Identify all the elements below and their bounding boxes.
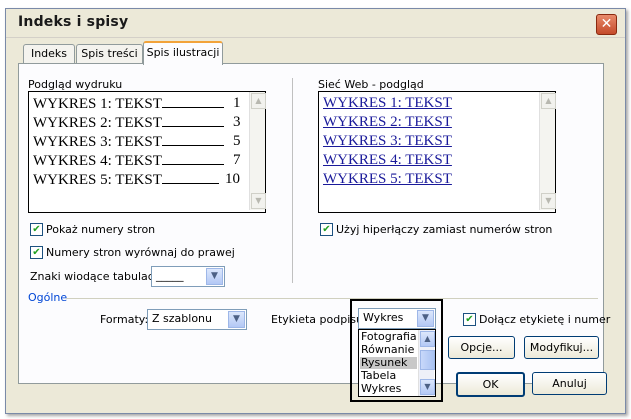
- tab-spis-ilustracji[interactable]: Spis ilustracji: [143, 41, 223, 65]
- options-button[interactable]: Opcje...: [448, 336, 515, 359]
- caption-select[interactable]: Wykres ▼: [358, 308, 436, 329]
- window-title: Indeks i spisy: [18, 14, 129, 30]
- align-right-label: Numery stron wyrównaj do prawej: [46, 246, 235, 259]
- options-button-label: Opcje...: [460, 341, 503, 354]
- use-hyperlinks-label: Użyj hiperłączy zamiast numerów stron: [336, 223, 553, 236]
- scroll-down-icon[interactable]: ▼: [251, 193, 266, 209]
- cancel-button[interactable]: Anuluj: [532, 372, 607, 395]
- web-preview-link: WYKRES 1: TEKST: [323, 95, 452, 111]
- web-preview-link: WYKRES 3: TEKST: [323, 133, 452, 149]
- print-preview-line: WYKRES 4: TEKST 7: [33, 152, 241, 169]
- web-preview-label: Sieć Web - podgląd: [318, 78, 424, 91]
- show-page-numbers-checkbox[interactable]: ✔: [30, 223, 43, 236]
- print-preview-line: WYKRES 3: TEKST 5: [33, 133, 241, 150]
- cancel-button-label: Anuluj: [552, 377, 587, 390]
- chevron-down-icon[interactable]: ▼: [417, 310, 434, 327]
- close-button[interactable]: ✕: [596, 14, 617, 35]
- formats-select[interactable]: Z szablonu ▼: [147, 309, 247, 330]
- caption-value: Wykres: [363, 311, 404, 324]
- include-label-text: Dołącz etykietę i numer: [479, 313, 611, 326]
- scroll-up-icon[interactable]: ▲: [541, 93, 556, 109]
- chevron-down-icon[interactable]: ▼: [206, 268, 223, 285]
- print-preview-box: WYKRES 1: TEKST 1 WYKRES 2: TEKST 3 WYKRES…: [28, 91, 266, 213]
- web-preview-box: WYKRES 1: TEKST WYKRES 2: TEKST WYKRES 3…: [318, 91, 556, 213]
- chevron-down-icon[interactable]: ▼: [228, 311, 245, 328]
- tab-leader-value: _____: [156, 269, 184, 282]
- align-right-checkbox[interactable]: ✔: [30, 246, 43, 259]
- print-preview-label: Podgląd wydruku: [28, 78, 123, 91]
- check-icon: ✔: [322, 224, 331, 235]
- check-icon: ✔: [465, 314, 474, 325]
- include-label-checkbox[interactable]: ✔: [463, 313, 476, 326]
- vertical-divider: [292, 78, 293, 283]
- tab-leader-label: Znaki wiodące tabulacji:: [30, 270, 164, 283]
- web-preview-link: WYKRES 4: TEKST: [323, 152, 452, 168]
- formats-value: Z szablonu: [152, 312, 212, 325]
- tab-spis-ilustracji-label: Spis ilustracji: [146, 46, 220, 59]
- tab-leader-select[interactable]: _____ ▼: [151, 266, 225, 287]
- print-preview-line: WYKRES 1: TEKST 1: [33, 95, 241, 112]
- use-hyperlinks-checkbox[interactable]: ✔: [320, 223, 333, 236]
- tab-spis-tresci[interactable]: Spis treści: [76, 44, 143, 63]
- check-icon: ✔: [32, 247, 41, 258]
- print-preview-scrollbar[interactable]: ▲ ▼: [249, 92, 266, 210]
- web-preview-link: WYKRES 5: TEKST: [323, 171, 452, 187]
- print-preview-line: WYKRES 2: TEKST 3: [33, 114, 241, 131]
- section-divider: [66, 298, 598, 299]
- scroll-up-icon[interactable]: ▲: [251, 93, 266, 109]
- show-page-numbers-label: Pokaż numery stron: [46, 223, 156, 236]
- ok-button[interactable]: OK: [456, 372, 525, 397]
- ok-button-label: OK: [482, 378, 499, 391]
- scroll-down-icon[interactable]: ▼: [541, 193, 556, 209]
- close-icon: ✕: [600, 16, 613, 32]
- check-icon: ✔: [32, 224, 41, 235]
- tab-indeks[interactable]: Indeks: [23, 44, 75, 63]
- formats-label: Formaty:: [100, 313, 149, 326]
- tab-indeks-label: Indeks: [30, 47, 68, 60]
- web-preview-scrollbar[interactable]: ▲ ▼: [539, 92, 556, 210]
- modify-button-label: Modyfikuj...: [529, 341, 594, 354]
- tab-spis-tresci-label: Spis treści: [81, 47, 138, 60]
- print-preview-line: WYKRES 5: TEKST 10: [33, 171, 240, 188]
- title-bar: Indeks i spisy ✕: [6, 9, 625, 38]
- general-section-label: Ogólne: [28, 291, 68, 304]
- modify-button[interactable]: Modyfikuj...: [524, 336, 599, 359]
- web-preview-link: WYKRES 2: TEKST: [323, 114, 452, 130]
